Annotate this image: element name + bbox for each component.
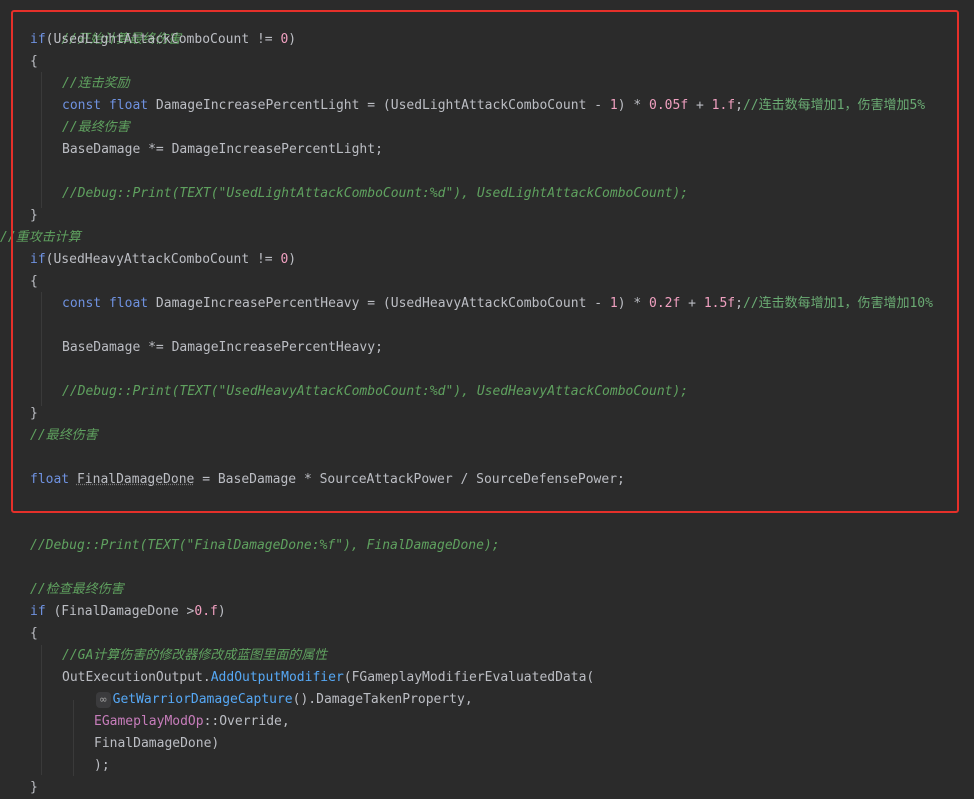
type-name: EGameplayModOp bbox=[94, 714, 204, 729]
function-name: AddOutputModifier bbox=[210, 670, 344, 685]
brace: } bbox=[30, 780, 38, 795]
indent-guide bbox=[73, 700, 74, 776]
comment: //检查最终伤害 bbox=[30, 582, 124, 597]
highlight-box bbox=[11, 10, 959, 513]
code-line-33[interactable]: EGameplayModOp::Override, bbox=[94, 711, 290, 733]
code-text: ::Override, bbox=[203, 714, 290, 729]
code-text: FinalDamageDone) bbox=[94, 736, 220, 751]
indent-guide bbox=[41, 645, 42, 775]
code-line-35[interactable]: ); bbox=[94, 755, 110, 777]
code-line-29[interactable]: { bbox=[30, 623, 38, 645]
code-text: ); bbox=[94, 758, 110, 773]
code-line-34[interactable]: FinalDamageDone) bbox=[94, 733, 219, 755]
code-text: (FGameplayModifierEvaluatedData( bbox=[343, 670, 595, 685]
code-line-25[interactable]: //Debug::Print(TEXT("FinalDamageDone:%f"… bbox=[30, 535, 500, 557]
code-text: ) bbox=[217, 604, 226, 619]
keyword-if: if bbox=[30, 604, 46, 619]
code-line-28[interactable]: if (FinalDamageDone >0.f) bbox=[30, 601, 226, 623]
code-line-36[interactable]: } bbox=[30, 777, 38, 799]
code-line-27[interactable]: //检查最终伤害 bbox=[30, 579, 124, 601]
code-text: ().DamageTakenProperty, bbox=[292, 692, 473, 707]
code-text: (FinalDamageDone > bbox=[45, 604, 195, 619]
number-literal: 0.f bbox=[194, 604, 218, 619]
function-name: GetWarriorDamageCapture bbox=[112, 692, 293, 707]
code-line-30[interactable]: //GA计算伤害的修改器修改成蓝图里面的属性 bbox=[62, 645, 327, 667]
code-text: OutExecutionOutput. bbox=[62, 670, 211, 685]
code-line-31[interactable]: OutExecutionOutput.AddOutputModifier(FGa… bbox=[62, 667, 594, 689]
code-editor[interactable]: //开始计算最终伤害 if(UsedLightAttackComboCount … bbox=[0, 0, 974, 795]
comment: //GA计算伤害的修改器修改成蓝图里面的属性 bbox=[62, 648, 328, 663]
inlay-hint-icon[interactable]: ∞ bbox=[96, 691, 111, 708]
comment: //Debug::Print(TEXT("FinalDamageDone:%f"… bbox=[30, 538, 500, 553]
code-line-32[interactable]: ∞ GetWarriorDamageCapture().DamageTakenPr… bbox=[96, 689, 473, 711]
brace: { bbox=[30, 626, 38, 641]
